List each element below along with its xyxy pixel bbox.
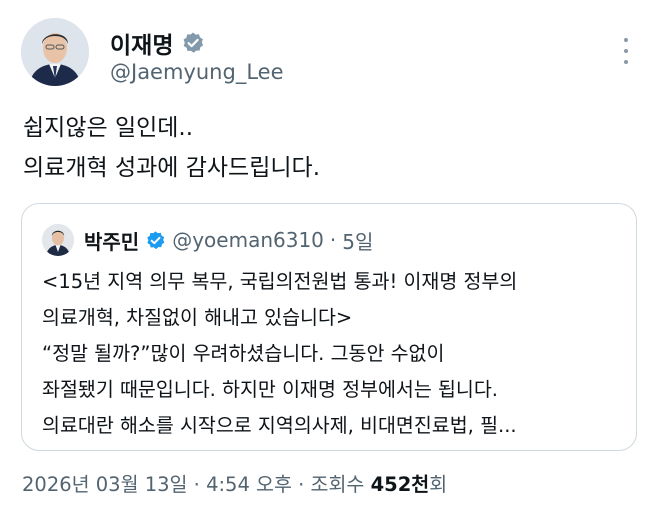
tweet-line: 쉽지않은 일인데.. [23,115,194,141]
quoted-line: 의료개혁, 차질없이 해내고 있습니다> [42,306,353,329]
more-dot [624,38,628,42]
quoted-line: 좌절됐기 때문입니다. 하지만 이재명 정부에서는 됩니다. [42,378,499,401]
quoted-line: “정말 될까?”많이 우려하셨습니다. 그동안 수없이 [42,342,445,365]
quoted-tweet-header: 박주민 @yoeman6310 · 5일 [42,224,373,256]
author-avatar[interactable] [21,18,89,86]
quoted-line: <15년 지역 의무 복무, 국립의전원법 통과! 이재명 정부의 [42,270,518,293]
quoted-tweet-time[interactable]: 5일 [342,226,373,255]
tweet-text: 쉽지않은 일인데.. 의료개혁 성과에 감사드립니다. [23,108,633,188]
tweet-header: 이재명 @Jaemyung_Lee [21,18,641,94]
views-label: 조회수 [310,473,371,496]
more-dot [624,60,628,64]
views-suffix: 회 [429,473,448,496]
quoted-author-name[interactable]: 박주민 [84,226,139,255]
quoted-tweet-text: <15년 지역 의무 복무, 국립의전원법 통과! 이재명 정부의 의료개혁, … [42,264,627,444]
verified-badge-icon [145,230,166,251]
author-handle[interactable]: @Jaemyung_Lee [110,60,284,84]
more-dot [624,49,628,53]
quoted-tweet-card[interactable]: 박주민 @yoeman6310 · 5일 <15년 지역 의무 복무, 국립의전… [21,203,637,451]
author-name-row: 이재명 [110,26,205,60]
tweet-line: 의료개혁 성과에 감사드립니다. [23,155,321,181]
quoted-author-avatar[interactable] [42,224,74,256]
separator-dot: · [329,228,337,252]
more-options-icon[interactable] [621,38,631,64]
quoted-author-handle[interactable]: @yoeman6310 [172,228,324,252]
tweet-metadata: 2026년 03월 13일 · 4:54 오후 · 조회수 452천회 [22,468,447,497]
views-count[interactable]: 452천 [371,473,430,496]
author-display-name[interactable]: 이재명 [110,26,173,60]
quoted-line: 의료대란 해소를 시작으로 지역의사제, 비대면진료법, 필... [42,414,517,437]
verified-badge-icon [181,31,205,55]
tweet-timestamp[interactable]: 2026년 03월 13일 · 4:54 오후 · [22,473,311,496]
